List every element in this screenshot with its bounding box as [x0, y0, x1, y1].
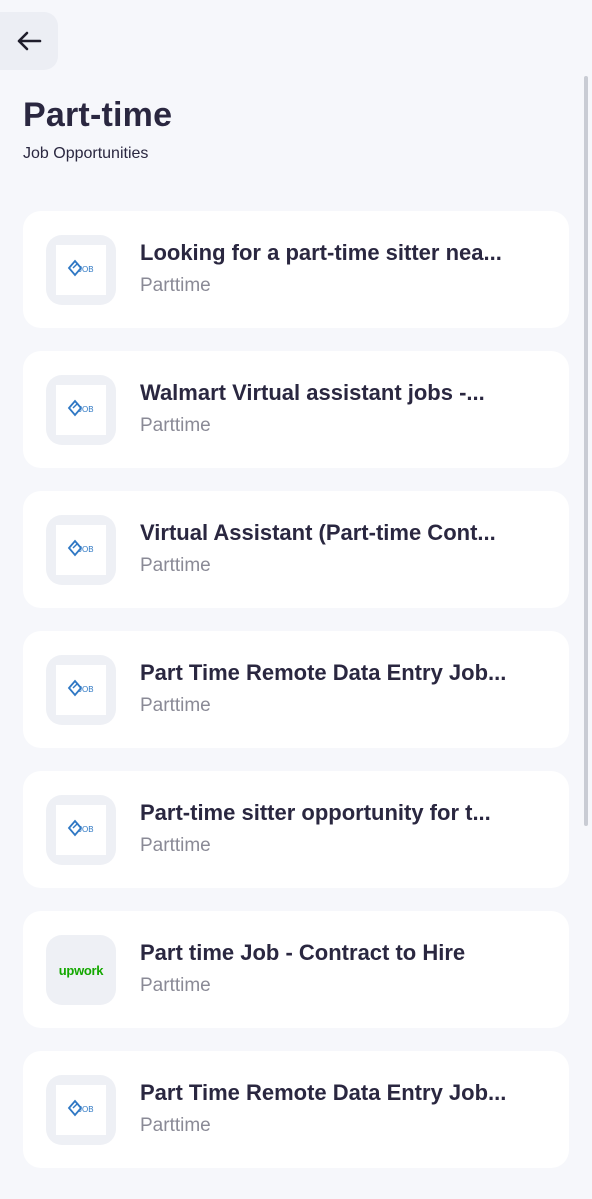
job-title: Walmart Virtual assistant jobs -... — [140, 380, 485, 405]
job-type: Parttime — [140, 415, 211, 436]
back-button[interactable] — [0, 12, 58, 70]
job-title: Part Time Remote Data Entry Job... — [140, 660, 507, 685]
svg-text:JOB: JOB — [78, 825, 94, 834]
svg-text:JOB: JOB — [78, 685, 94, 694]
svg-text:JOB: JOB — [78, 545, 94, 554]
job-card[interactable]: JOB Looking for a part-time sitter nea..… — [23, 211, 569, 328]
svg-text:JOB: JOB — [78, 1105, 94, 1114]
company-logo: JOB — [46, 795, 116, 865]
job-title: Part Time Remote Data Entry Job... — [140, 1080, 507, 1105]
page-subtitle: Job Opportunities — [23, 145, 149, 162]
job-logo-icon: JOB — [66, 817, 96, 844]
page-title: Part-time — [23, 96, 173, 134]
job-type: Parttime — [140, 835, 211, 856]
job-title: Looking for a part-time sitter nea... — [140, 240, 502, 265]
job-title: Virtual Assistant (Part-time Cont... — [140, 520, 496, 545]
job-type: Parttime — [140, 1115, 211, 1136]
svg-text:JOB: JOB — [78, 265, 94, 274]
job-logo-icon: JOB — [66, 1097, 96, 1124]
company-logo: upwork — [46, 935, 116, 1005]
job-logo-icon: JOB — [66, 677, 96, 704]
job-card[interactable]: JOB Part Time Remote Data Entry Job... P… — [23, 631, 569, 748]
job-logo-icon: JOB — [66, 257, 96, 284]
job-type: Parttime — [140, 555, 211, 576]
svg-text:JOB: JOB — [78, 405, 94, 414]
company-logo: JOB — [46, 655, 116, 725]
job-type: Parttime — [140, 275, 211, 296]
company-logo: JOB — [46, 235, 116, 305]
company-logo: JOB — [46, 515, 116, 585]
job-card[interactable]: JOB Walmart Virtual assistant jobs -... … — [23, 351, 569, 468]
company-logo: JOB — [46, 375, 116, 445]
job-logo-icon: JOB — [66, 397, 96, 424]
job-card[interactable]: upwork Part time Job - Contract to Hire … — [23, 911, 569, 1028]
job-card[interactable]: JOB Part-time sitter opportunity for t..… — [23, 771, 569, 888]
job-card[interactable]: JOB Virtual Assistant (Part-time Cont...… — [23, 491, 569, 608]
upwork-logo: upwork — [58, 962, 104, 978]
job-card[interactable]: JOB Part Time Remote Data Entry Job... P… — [23, 1051, 569, 1168]
job-logo-icon: JOB — [66, 537, 96, 564]
job-title: Part time Job - Contract to Hire — [140, 940, 466, 965]
job-list: JOB Looking for a part-time sitter nea..… — [23, 211, 569, 1191]
job-type: Parttime — [140, 695, 211, 716]
scrollbar[interactable] — [584, 76, 588, 826]
job-title: Part-time sitter opportunity for t... — [140, 800, 491, 825]
job-type: Parttime — [140, 975, 211, 996]
company-logo: JOB — [46, 1075, 116, 1145]
arrow-left-icon — [16, 31, 42, 51]
